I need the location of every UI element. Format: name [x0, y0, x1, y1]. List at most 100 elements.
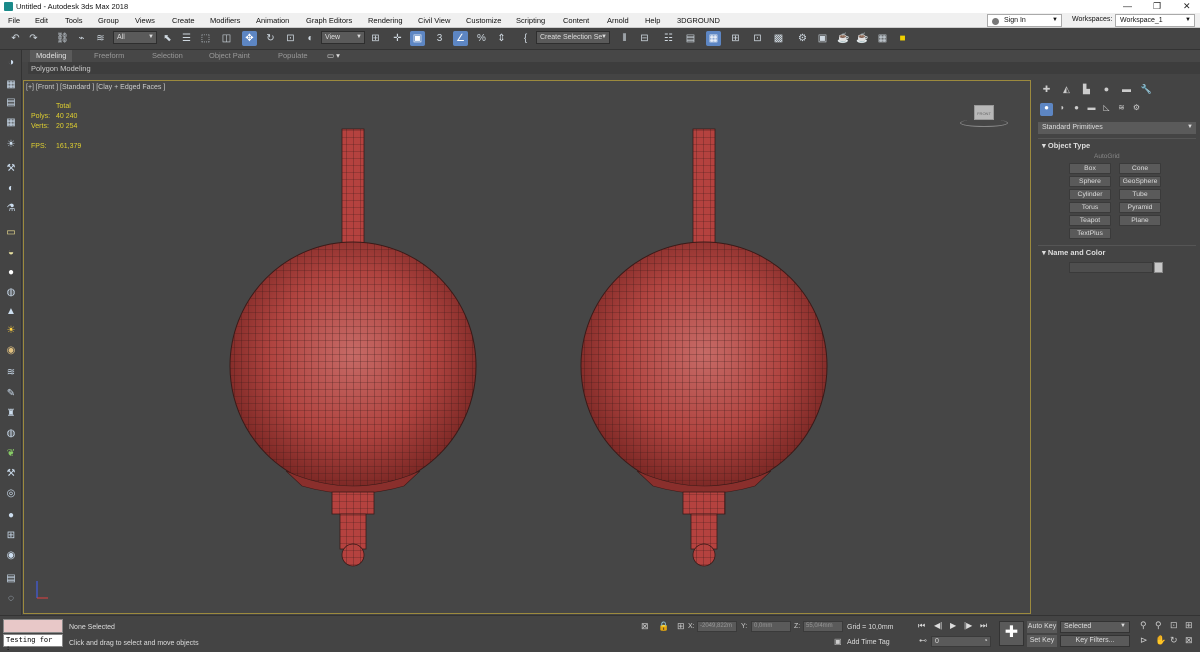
- motion-tab-icon[interactable]: ●: [1099, 84, 1114, 98]
- tab-freeform[interactable]: Freeform: [94, 51, 124, 60]
- rendered-frame-window-icon[interactable]: ▣: [815, 31, 830, 46]
- selection-lock-icon[interactable]: 🔒: [658, 621, 669, 632]
- field-of-view-icon[interactable]: ⊳: [1140, 635, 1148, 646]
- textplus-button[interactable]: TextPlus: [1069, 228, 1111, 239]
- select-object-icon[interactable]: ⬉: [160, 31, 175, 46]
- rollout-name-and-color[interactable]: ▾ Name and Color: [1038, 245, 1196, 257]
- menu-create[interactable]: Create: [172, 16, 195, 25]
- utilities-tab-icon[interactable]: 🔧: [1139, 84, 1154, 98]
- y-coordinate-field[interactable]: 0,0mm: [751, 621, 791, 632]
- tool-icon[interactable]: ◉: [3, 549, 19, 563]
- menu-animation[interactable]: Animation: [256, 16, 289, 25]
- menu-graph-editors[interactable]: Graph Editors: [306, 16, 352, 25]
- sphere-icon[interactable]: ●: [3, 266, 19, 280]
- tool-icon[interactable]: ≋: [3, 366, 19, 380]
- pan-view-icon[interactable]: ✋: [1155, 635, 1166, 646]
- render-setup-icon[interactable]: ⚙: [795, 31, 810, 46]
- tool-icon[interactable]: ⚗: [3, 202, 19, 216]
- hierarchy-tab-icon[interactable]: ▙: [1079, 84, 1094, 98]
- geometry-icon[interactable]: ◉: [3, 344, 19, 358]
- cylinder-button[interactable]: Cylinder: [1069, 189, 1111, 200]
- key-selection-dropdown[interactable]: Selected ▼: [1060, 621, 1130, 633]
- set-key-mode-button[interactable]: ✚: [999, 621, 1024, 646]
- curve-editor-icon[interactable]: ⊞: [728, 31, 743, 46]
- align-icon[interactable]: ⊟: [637, 31, 652, 46]
- select-rotate-icon[interactable]: ↻: [263, 31, 278, 46]
- toggle-ribbon-icon[interactable]: ▦: [706, 31, 721, 46]
- keyboard-shortcut-override-icon[interactable]: ▣: [410, 31, 425, 46]
- menu-file[interactable]: File: [8, 16, 20, 25]
- tool-icon[interactable]: ❦: [3, 447, 19, 461]
- menu-scripting[interactable]: Scripting: [516, 16, 545, 25]
- autogrid-checkbox[interactable]: AutoGrid: [1094, 153, 1120, 160]
- time-configuration-icon[interactable]: ◔: [983, 636, 988, 645]
- menu-civil-view[interactable]: Civil View: [418, 16, 450, 25]
- add-time-tag[interactable]: Add Time Tag: [847, 639, 890, 646]
- time-tag-icon[interactable]: ▣: [834, 637, 842, 646]
- torus-button[interactable]: Torus: [1069, 202, 1111, 213]
- menu-arnold[interactable]: Arnold: [607, 16, 629, 25]
- z-coordinate-field[interactable]: 55,0/4mm: [803, 621, 843, 632]
- category-dropdown[interactable]: Standard Primitives ▼: [1038, 122, 1196, 134]
- layer-explorer-icon[interactable]: ▤: [683, 31, 698, 46]
- sphere-button[interactable]: Sphere: [1069, 176, 1111, 187]
- menu-group[interactable]: Group: [98, 16, 119, 25]
- isolate-selection-icon[interactable]: ⊠: [641, 621, 649, 632]
- light-icon[interactable]: ☀: [3, 138, 19, 152]
- cameras-icon[interactable]: ▬: [1085, 103, 1098, 116]
- cone-button[interactable]: Cone: [1119, 163, 1161, 174]
- named-selection-dropdown[interactable]: Create Selection Se ▼: [536, 31, 610, 44]
- key-mode-icon[interactable]: ⊷: [919, 636, 927, 645]
- ribbon-sub-label[interactable]: Polygon Modeling: [31, 64, 91, 73]
- tool-icon[interactable]: ⊞: [3, 529, 19, 543]
- link-icon[interactable]: ⛓: [55, 31, 70, 46]
- edit-named-selection-icon[interactable]: {: [518, 31, 533, 46]
- menu-edit[interactable]: Edit: [35, 16, 48, 25]
- menu-views[interactable]: Views: [135, 16, 155, 25]
- display-tab-icon[interactable]: ▬: [1119, 84, 1134, 98]
- zoom-icon[interactable]: ⚲: [1140, 620, 1147, 631]
- zoom-extents-icon[interactable]: ⊡: [1170, 620, 1178, 631]
- mirror-icon[interactable]: ⫴: [617, 31, 632, 46]
- teapot-button[interactable]: Teapot: [1069, 215, 1111, 226]
- rollout-object-type[interactable]: ▾ Object Type: [1038, 138, 1196, 150]
- globe-icon[interactable]: ◍: [3, 427, 19, 441]
- rectangular-selection-icon[interactable]: ⬚: [198, 31, 213, 46]
- scene-explorer-icon[interactable]: ☷: [661, 31, 676, 46]
- object-name-input[interactable]: [1069, 262, 1153, 273]
- x-coordinate-field[interactable]: -2049,822m: [697, 621, 737, 632]
- percent-snap-icon[interactable]: %: [474, 31, 489, 46]
- tab-modeling[interactable]: Modeling: [30, 50, 73, 62]
- select-scale-icon[interactable]: ⊡: [283, 31, 298, 46]
- menu-customize[interactable]: Customize: [466, 16, 501, 25]
- schematic-view-icon[interactable]: ⊡: [750, 31, 765, 46]
- sphere-icon[interactable]: ●: [3, 509, 19, 523]
- tab-selection[interactable]: Selection: [152, 51, 183, 60]
- plugin-icon[interactable]: ■: [895, 31, 910, 46]
- geometry-icon[interactable]: ▲: [3, 305, 19, 319]
- unlink-icon[interactable]: ⌁: [74, 31, 89, 46]
- next-frame-icon[interactable]: |▶: [964, 621, 972, 630]
- model-left[interactable]: [229, 128, 477, 567]
- sign-in-dropdown[interactable]: Sign In ▼: [987, 14, 1062, 27]
- menu-modifiers[interactable]: Modifiers: [210, 16, 240, 25]
- tool-icon[interactable]: ⚒: [3, 467, 19, 481]
- object-color-swatch[interactable]: [1154, 262, 1163, 273]
- render-activeshade-icon[interactable]: ☕: [855, 31, 870, 46]
- goto-start-icon[interactable]: ⏮: [918, 621, 925, 631]
- goto-end-icon[interactable]: ⏭: [980, 621, 987, 631]
- material-editor-icon[interactable]: ▩: [771, 31, 786, 46]
- snaps-toggle-icon[interactable]: 3: [432, 31, 447, 46]
- current-frame-field[interactable]: 0: [931, 636, 991, 647]
- ribbon-options-icon[interactable]: ▭ ▾: [327, 51, 340, 60]
- select-move-icon[interactable]: ✥: [242, 31, 257, 46]
- panel-icon[interactable]: ▤: [3, 96, 19, 110]
- menu-rendering[interactable]: Rendering: [368, 16, 403, 25]
- select-by-name-icon[interactable]: ☰: [179, 31, 194, 46]
- box-icon[interactable]: ▭: [3, 226, 19, 240]
- absolute-mode-icon[interactable]: ⊞: [677, 621, 685, 632]
- workspace-select[interactable]: Workspace_1 ▼: [1115, 14, 1195, 27]
- angle-snap-icon[interactable]: ∠: [453, 31, 468, 46]
- modify-tab-icon[interactable]: ◭: [1059, 84, 1074, 98]
- sun-icon[interactable]: ☀: [3, 324, 19, 338]
